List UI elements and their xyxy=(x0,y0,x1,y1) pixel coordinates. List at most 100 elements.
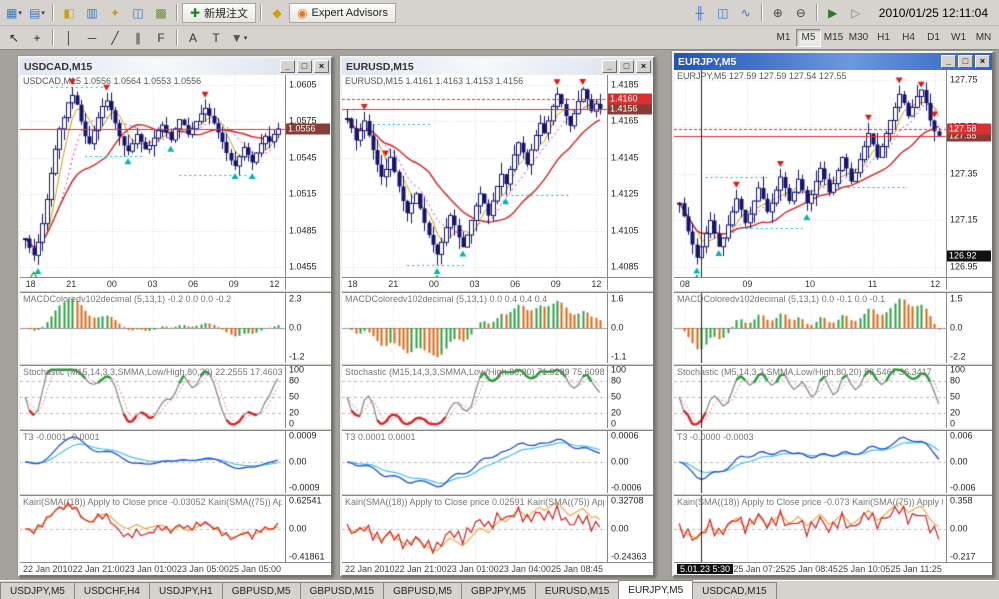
kairi-plot[interactable]: Kairi(SMA((18)) Apply to Close price -0.… xyxy=(674,496,946,562)
channel-icon[interactable]: ∥ xyxy=(127,28,149,48)
new-chart-icon[interactable]: ▦ ▾ xyxy=(3,3,25,23)
kairi-price-axis[interactable]: 0.62541 0.00 -0.41861 xyxy=(285,496,331,562)
chart-window-titlebar[interactable]: EURJPY,M5 _ □ × xyxy=(674,53,992,70)
fibonacci-icon[interactable]: F xyxy=(150,28,172,48)
stoch-plot[interactable]: Stochastic (M15,14,3,3,SMMA,Low/High,80,… xyxy=(342,366,607,428)
time-axis: 18 21 00 03 06 09 12 xyxy=(342,277,653,290)
chart-shift-icon[interactable]: ▷ xyxy=(845,3,867,23)
expert-advisors-button[interactable]: ◉ Expert Advisors xyxy=(289,2,396,23)
line-chart-icon[interactable]: ∿ xyxy=(735,3,757,23)
close-button[interactable]: × xyxy=(975,55,990,68)
bar-chart-icon[interactable]: ╫ xyxy=(689,3,711,23)
chart-window-titlebar[interactable]: EURUSD,M15 _ □ × xyxy=(342,58,653,75)
chart-window-titlebar[interactable]: USDCAD,M15 _ □ × xyxy=(20,58,331,75)
main-plot[interactable]: EURUSD,M15 1.4161 1.4163 1.4153 1.4156 xyxy=(342,75,607,277)
macd-plot[interactable]: MACDColoredv102decimal (5,13,1) -0.2 0.0… xyxy=(20,293,285,363)
stoch-price-axis[interactable]: 100 80 50 20 0 xyxy=(607,366,653,428)
t3-plot[interactable]: T3 0.0001 0.0001 xyxy=(342,431,607,493)
auto-scroll-icon[interactable]: ▶ xyxy=(822,3,844,23)
axis-tick-label: -0.41861 xyxy=(289,551,325,562)
market-watch-icon[interactable]: ◧ xyxy=(58,3,80,23)
main-price-axis[interactable]: 1.0605 1.0575 1.0545 1.0515 1.0485 1.0455 1.05… xyxy=(285,75,331,277)
t3-plot[interactable]: T3 -0.0001 -0.0001 xyxy=(20,431,285,493)
close-button[interactable]: × xyxy=(636,60,651,73)
timeframe-button-mn[interactable]: MN xyxy=(971,29,996,47)
macd-plot[interactable]: MACDColoredv102decimal (5,13,1) 0.0 0.4 … xyxy=(342,293,607,363)
minimize-button[interactable]: _ xyxy=(602,60,617,73)
stoch-plot[interactable]: Stochastic (M15,14,3,3,SMMA,Low/High,80,… xyxy=(20,366,285,428)
main-plot[interactable]: EURJPY,M5 127.59 127.59 127.54 127.55 xyxy=(674,70,946,277)
horizontal-line-icon[interactable]: ─ xyxy=(81,28,103,48)
strategy-tester-icon[interactable]: ▩ xyxy=(150,3,172,23)
navigator-icon[interactable]: ✦ xyxy=(104,3,126,23)
stoch-price-axis[interactable]: 100 80 50 20 0 xyxy=(285,366,331,428)
auto-scroll-icon: ▶ xyxy=(828,5,838,20)
date-axis-label: 22 Jan 2010 xyxy=(345,564,395,574)
chart-tab[interactable]: USDCHF,H4 xyxy=(73,582,150,599)
profiles-icon[interactable]: ▤ ▾ xyxy=(26,3,48,23)
maximize-button[interactable]: □ xyxy=(297,60,312,73)
zoom-out-icon[interactable]: ⊖ xyxy=(790,3,812,23)
chart-tab[interactable]: GBPUSD,M15 xyxy=(299,582,385,599)
cursor-icon[interactable]: ↖ xyxy=(3,28,25,48)
timeframe-button-h1[interactable]: H1 xyxy=(871,29,896,47)
minimize-button[interactable]: _ xyxy=(280,60,295,73)
text-label-icon[interactable]: T xyxy=(205,28,227,48)
axis-tick-label: 50 xyxy=(950,391,961,402)
timeframe-button-w1[interactable]: W1 xyxy=(946,29,971,47)
zoom-in-icon[interactable]: ⊕ xyxy=(767,3,789,23)
kairi-plot[interactable]: Kairi(SMA((18)) Apply to Close price -0.… xyxy=(20,496,285,562)
vertical-line-icon[interactable]: │ xyxy=(58,28,80,48)
trendline-icon[interactable]: ╱ xyxy=(104,28,126,48)
maximize-button[interactable]: □ xyxy=(619,60,634,73)
chart-tab[interactable]: USDJPY,M5 xyxy=(0,582,75,599)
timeframe-button-m15[interactable]: M15 xyxy=(821,29,846,47)
macd-price-axis[interactable]: 2.3 0.0 -1.2 xyxy=(285,293,331,363)
chart-tab[interactable]: USDCAD,M15 xyxy=(692,582,777,599)
new-order-button[interactable]: ✚ 新規注文 xyxy=(182,2,257,23)
main-price-axis[interactable]: 127.75127.55127.35127.15126.95127.55127.… xyxy=(946,70,992,277)
stoch-plot[interactable]: Stochastic (M5,14,3,3,SMMA,Low/High,80,2… xyxy=(674,366,946,428)
chart-tab[interactable]: USDJPY,H1 xyxy=(148,582,223,599)
timeframe-button-m30[interactable]: M30 xyxy=(846,29,871,47)
main-plot[interactable]: USDCAD,M15 1.0556 1.0564 1.0553 1.0556 xyxy=(20,75,285,277)
macd-plot[interactable]: MACDColoredv102decimal (5,13,1) 0.0 -0.1… xyxy=(674,293,946,363)
t3-price-axis[interactable]: 0.006 0.00 -0.006 xyxy=(946,431,992,493)
kairi-price-axis[interactable]: 0.32708 0.00 -0.24363 xyxy=(607,496,653,562)
bid-price-label: 1.4156 xyxy=(608,103,652,115)
axis-tick-label: 20 xyxy=(289,407,300,418)
crosshair-icon[interactable]: + xyxy=(26,28,48,48)
axis-tick-label: 0.0009 xyxy=(289,431,317,441)
kairi-price-axis[interactable]: 0.358 0.00 -0.217 xyxy=(946,496,992,562)
navigator-icon: ✦ xyxy=(109,5,121,20)
close-button[interactable]: × xyxy=(314,60,329,73)
terminal-icon[interactable]: ◫ xyxy=(127,3,149,23)
timeframe-button-m5[interactable]: M5 xyxy=(796,28,821,47)
chart-tab[interactable]: GBPUSD,M5 xyxy=(383,582,462,599)
maximize-button[interactable]: □ xyxy=(958,55,973,68)
minimize-button[interactable]: _ xyxy=(941,55,956,68)
data-window-icon[interactable]: ▥ xyxy=(81,3,103,23)
axis-tick-label: 100 xyxy=(950,366,966,375)
main-price-axis[interactable]: 1.4185 1.4165 1.4145 1.4125 1.4105 1.4085 1.41… xyxy=(607,75,653,277)
candlestick-chart-icon[interactable]: ◫ xyxy=(712,3,734,23)
timeframe-button-m1[interactable]: M1 xyxy=(771,29,796,47)
macd-price-axis[interactable]: 1.6 0.0 -1.1 xyxy=(607,293,653,363)
arrows-icon[interactable]: ▼ ▾ xyxy=(228,28,250,48)
macd-price-axis[interactable]: 1.5 0.0 -2.2 xyxy=(946,293,992,363)
t3-price-axis[interactable]: 0.0009 0.00 -0.0009 xyxy=(285,431,331,493)
timeframe-button-d1[interactable]: D1 xyxy=(921,29,946,47)
chart-tab[interactable]: GBPUSD,M5 xyxy=(221,582,301,599)
axis-tick-label: -0.0009 xyxy=(289,482,320,493)
metaeditor-icon[interactable]: ◆ xyxy=(266,3,288,23)
chart-window: EURUSD,M15 _ □ × EURUSD,M15 1.4161 1.4163 1.… xyxy=(340,56,655,577)
chart-tab[interactable]: EURUSD,M15 xyxy=(534,582,620,599)
chart-tab[interactable]: EURJPY,M5 xyxy=(618,580,694,599)
timeframe-button-h4[interactable]: H4 xyxy=(896,29,921,47)
text-icon[interactable]: A xyxy=(182,28,204,48)
kairi-plot[interactable]: Kairi(SMA((18)) Apply to Close price 0.0… xyxy=(342,496,607,562)
chart-tab[interactable]: GBPJPY,M5 xyxy=(460,582,536,599)
t3-price-axis[interactable]: 0.0006 0.00 -0.0006 xyxy=(607,431,653,493)
t3-plot[interactable]: T3 -0.0000 -0.0003 xyxy=(674,431,946,493)
stoch-price-axis[interactable]: 100 80 50 20 0 xyxy=(946,366,992,428)
